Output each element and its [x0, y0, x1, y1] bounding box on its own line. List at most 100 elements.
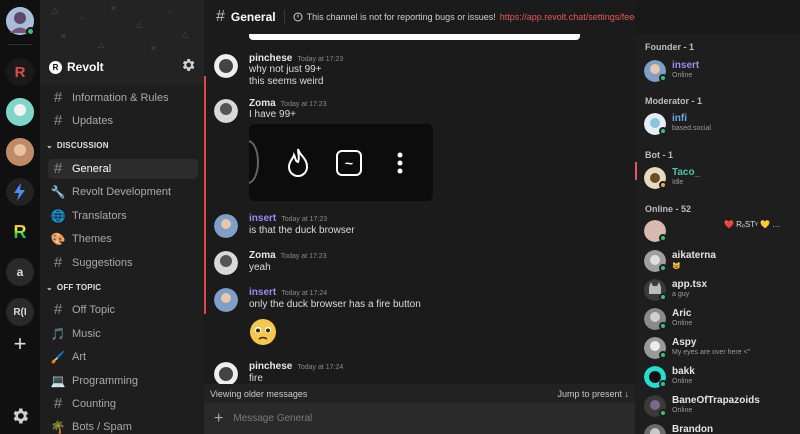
- server-teal[interactable]: [6, 98, 34, 126]
- tab-switcher-icon: ~: [336, 150, 362, 176]
- gear-icon: [13, 408, 28, 424]
- member-name: BaneOfTrapazoids: [672, 395, 760, 406]
- hash-icon: #: [53, 112, 63, 129]
- member-name: aikaterna: [672, 250, 716, 261]
- channel-label: Counting: [72, 398, 117, 410]
- channel-updates[interactable]: # Updates: [48, 111, 198, 131]
- channel-programming[interactable]: 💻 Programming: [48, 371, 198, 391]
- member-item[interactable]: Brandon: [644, 422, 794, 434]
- avatar[interactable]: [214, 288, 238, 312]
- home-avatar[interactable]: [6, 7, 35, 36]
- upload-plus-icon[interactable]: +: [214, 410, 223, 428]
- channel-suggestions[interactable]: # Suggestions: [48, 253, 198, 273]
- server-bolt[interactable]: [6, 178, 34, 206]
- member-status: Online: [672, 378, 693, 385]
- channel-off-topic[interactable]: # Off Topic: [48, 300, 198, 320]
- lightning-bolt-icon: [14, 183, 25, 201]
- channel-counting[interactable]: # Counting: [48, 394, 198, 414]
- online-status-icon: [659, 380, 667, 388]
- channel-label: Music: [72, 328, 101, 340]
- avatar[interactable]: [214, 251, 238, 275]
- member-item[interactable]: Aspy My eyes are over here <": [644, 335, 794, 361]
- channel-music[interactable]: 🎵 Music: [48, 324, 198, 344]
- message-text: fire: [249, 373, 263, 384]
- member-item[interactable]: insert Online: [644, 58, 794, 84]
- brown-server-icon: [6, 138, 34, 166]
- channel-label: Information & Rules: [72, 92, 169, 104]
- member-status: Online: [672, 72, 693, 79]
- message-input[interactable]: [233, 413, 614, 424]
- author-name[interactable]: Zoma Today at 17:23: [249, 98, 327, 109]
- jump-to-present-button[interactable]: Jump to present ↓: [557, 389, 629, 399]
- author-label: Zoma: [249, 250, 276, 261]
- channel-bots-spam[interactable]: 🌴 Bots / Spam: [48, 417, 198, 434]
- category-label: OFF TOPIC: [56, 283, 102, 292]
- author-name[interactable]: pinchese Today at 17:23: [249, 53, 343, 64]
- author-name[interactable]: pinchese Today at 17:24: [249, 361, 343, 372]
- pleading-face-emoji-icon: [250, 319, 276, 345]
- avatar: [644, 424, 666, 434]
- channel-revolt-development[interactable]: 🔧 Revolt Development: [48, 182, 198, 202]
- channel-art[interactable]: 🖌️ Art: [48, 347, 198, 367]
- online-status-icon: [659, 293, 667, 301]
- member-item[interactable]: ❤️ RₑSTᵞ 💛 …: [644, 218, 794, 244]
- server-settings-gear-icon[interactable]: [180, 57, 196, 73]
- category-off-topic[interactable]: ⌄ OFF TOPIC: [46, 283, 101, 292]
- more-vertical-icon: [397, 152, 403, 174]
- server-brown[interactable]: [6, 138, 34, 166]
- channel-header: # General This channel is not for report…: [204, 0, 635, 34]
- server-rail: R R a R(I +: [0, 0, 40, 434]
- image-attachment[interactable]: ~: [249, 124, 433, 201]
- category-discussion[interactable]: ⌄ DISCUSSION: [46, 141, 109, 150]
- author-name[interactable]: insert Today at 17:24: [249, 287, 327, 298]
- member-name: Aric: [672, 308, 692, 319]
- member-item[interactable]: infi based.social: [644, 111, 794, 137]
- banner-pattern: △: [182, 30, 189, 39]
- member-decoration: ❤️ RₑSTᵞ 💛 …: [724, 220, 781, 229]
- palm-tree-icon: 🌴: [50, 420, 66, 434]
- member-name: Taco_: [672, 167, 701, 178]
- avatar[interactable]: [214, 54, 238, 78]
- notice-text: This channel is not for reporting bugs o…: [306, 12, 496, 22]
- server-revolt[interactable]: R: [6, 58, 34, 86]
- hash-icon: #: [53, 160, 63, 177]
- member-item[interactable]: bakk Online: [644, 364, 794, 390]
- fire-icon: [287, 148, 309, 177]
- avatar[interactable]: [214, 214, 238, 238]
- channel-label: Off Topic: [72, 304, 116, 316]
- server-name[interactable]: R Revolt: [49, 60, 104, 74]
- message-text: why not just 99+: [249, 64, 322, 75]
- add-server-button[interactable]: +: [6, 330, 34, 358]
- channel-translators[interactable]: 🌐 Translators: [48, 206, 198, 226]
- server-rainbow[interactable]: R: [6, 218, 34, 246]
- member-item[interactable]: app.tsx a guy: [644, 277, 794, 303]
- banner-pattern: △: [98, 40, 105, 49]
- chevron-down-icon: ⌄: [46, 283, 53, 292]
- online-status-icon: [659, 322, 667, 330]
- teal-server-icon: [6, 98, 34, 126]
- avatar[interactable]: [214, 362, 238, 386]
- author-name[interactable]: insert Today at 17:23: [249, 213, 327, 224]
- timestamp: Today at 17:23: [281, 216, 328, 223]
- laptop-icon: 💻: [50, 374, 66, 388]
- feedback-link[interactable]: https://app.revolt.chat/settings/feedbac…: [500, 12, 635, 22]
- timestamp: Today at 17:24: [281, 290, 328, 297]
- member-item[interactable]: Aric Online: [644, 306, 794, 332]
- scroll-indicator: [635, 162, 637, 180]
- member-item[interactable]: aikaterna 😺: [644, 248, 794, 274]
- member-item[interactable]: BaneOfTrapazoids Online: [644, 393, 794, 419]
- avatar[interactable]: [214, 99, 238, 123]
- author-label: pinchese: [249, 361, 293, 372]
- author-name[interactable]: Zoma Today at 17:23: [249, 250, 327, 261]
- server-ri[interactable]: R(I: [6, 298, 34, 326]
- channel-themes[interactable]: 🎨 Themes: [48, 229, 198, 249]
- member-list: Founder - 1 insert Online Moderator - 1 …: [635, 34, 800, 434]
- channel-information-rules[interactable]: # Information & Rules: [48, 88, 198, 108]
- older-messages-label: Viewing older messages: [210, 388, 308, 399]
- idle-status-icon: [659, 181, 667, 189]
- channel-general[interactable]: # General: [48, 159, 198, 179]
- member-item[interactable]: Taco_ Idle: [644, 165, 794, 191]
- server-a[interactable]: a: [6, 258, 34, 286]
- settings-button[interactable]: [6, 402, 34, 430]
- server-banner[interactable]: △ ○ ✕ △ ○ ✕ △ ✕ △ R Revolt: [40, 0, 204, 84]
